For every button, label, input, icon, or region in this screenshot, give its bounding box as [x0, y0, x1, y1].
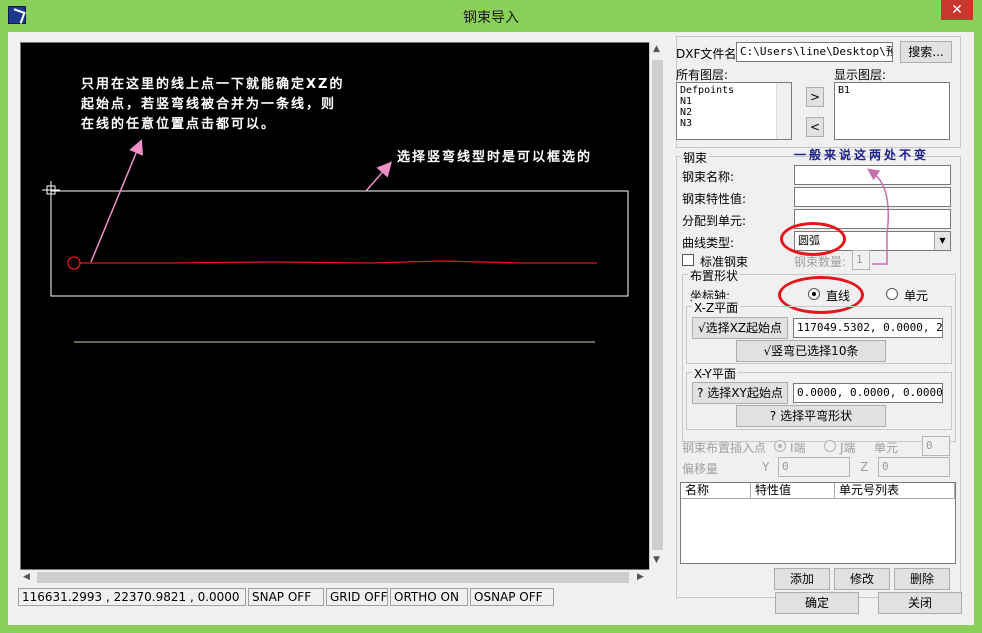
scroll-down-icon[interactable]: ▼: [653, 555, 660, 565]
horizontal-scrollbar[interactable]: ◀ ▶: [20, 570, 650, 585]
tendon-count-label: 钢束数量:: [794, 255, 847, 269]
tendon-table[interactable]: 名称 特性值 单元号列表: [680, 482, 956, 564]
title-bar: 钢束导入 ✕: [0, 0, 982, 32]
start-point-marker: [67, 256, 81, 270]
offset-y-label: Y: [762, 460, 770, 474]
remove-layer-button[interactable]: <: [806, 117, 824, 137]
list-item[interactable]: Defpoints: [680, 85, 788, 96]
shown-layers-label: 显示图层:: [834, 68, 887, 82]
axis-element-label: 单元: [904, 289, 929, 303]
xy-plane-title: X-Y平面: [692, 365, 738, 382]
add-button[interactable]: 添加: [774, 568, 830, 590]
highlight-ellipse-curve: [780, 222, 846, 256]
close-window-button[interactable]: ✕: [941, 0, 973, 20]
window-title: 钢束导入: [463, 10, 519, 26]
add-layer-button[interactable]: >: [806, 87, 824, 107]
crosshair-icon: [42, 181, 60, 199]
xy-start-field[interactable]: 0.0000, 0.0000, 0.0000: [793, 383, 943, 403]
delete-button[interactable]: 删除: [894, 568, 950, 590]
status-grid[interactable]: GRID OFF: [326, 588, 388, 606]
vertical-scrollbar[interactable]: ▲ ▼: [649, 42, 664, 570]
offset-z-field[interactable]: 0: [878, 457, 950, 477]
status-coords: 116631.2993 , 22370.9821 , 0.0000: [18, 588, 246, 606]
dxf-path-field[interactable]: C:\Users\line\Desktop\预应: [736, 42, 893, 62]
list-item[interactable]: N1: [680, 96, 788, 107]
pick-horizontal-shape-button[interactable]: ? 选择平弯形状: [736, 405, 886, 427]
shown-layers-list[interactable]: B1: [834, 82, 950, 140]
settings-panel: DXF文件名: C:\Users\line\Desktop\预应 搜索... 所…: [672, 36, 972, 625]
vertical-curve-selected-button[interactable]: √竖弯已选择10条: [736, 340, 886, 362]
offset-label: 偏移量: [682, 462, 719, 476]
vertical-scroll-thumb[interactable]: [652, 60, 663, 550]
pointer-arrow-main: [90, 139, 144, 263]
horizontal-scroll-thumb[interactable]: [37, 572, 629, 583]
chevron-down-icon[interactable]: ▼: [934, 232, 950, 250]
insert-i-label: I端: [790, 441, 806, 455]
insert-element-field[interactable]: 0: [922, 436, 950, 456]
edit-button[interactable]: 修改: [834, 568, 890, 590]
curve-type-label: 曲线类型:: [682, 236, 735, 250]
annotation-main-line-2: 起始点，若竖弯线被合并为一条线，则: [81, 97, 337, 112]
tendon-name-label: 钢束名称:: [682, 170, 735, 184]
client-area: 只用在这里的线上点一下就能确定XZ的 起始点，若竖弯线被合并为一条线，则 在线的…: [8, 32, 974, 625]
list-item[interactable]: N3: [680, 118, 788, 129]
insert-i-radio[interactable]: [774, 440, 786, 452]
table-header-elements[interactable]: 单元号列表: [835, 483, 955, 499]
pick-xy-start-button[interactable]: ? 选择XY起始点: [692, 382, 788, 404]
status-ortho[interactable]: ORTHO ON: [390, 588, 468, 606]
annotation-main-line-1: 只用在这里的线上点一下就能确定XZ的: [81, 77, 345, 92]
insert-element-label: 单元: [874, 441, 899, 455]
insert-j-radio[interactable]: [824, 440, 836, 452]
browse-button[interactable]: 搜索...: [900, 41, 952, 63]
note-arrow: [867, 168, 890, 265]
pointer-arrow-select: [365, 161, 392, 192]
list-scrollbar[interactable]: [776, 83, 791, 139]
status-osnap[interactable]: OSNAP OFF: [470, 588, 554, 606]
status-snap[interactable]: SNAP OFF: [248, 588, 324, 606]
annotation-main: 只用在这里的线上点一下就能确定XZ的 起始点，若竖弯线被合并为一条线，则 在线的…: [81, 75, 344, 135]
xz-plane-title: X-Z平面: [692, 299, 741, 316]
cad-canvas[interactable]: 只用在这里的线上点一下就能确定XZ的 起始点，若竖弯线被合并为一条线，则 在线的…: [20, 42, 656, 570]
tendon-group-title: 钢束: [681, 149, 710, 166]
scroll-left-icon[interactable]: ◀: [23, 572, 30, 582]
table-header-prop[interactable]: 特性值: [751, 483, 835, 499]
scroll-right-icon[interactable]: ▶: [637, 572, 644, 582]
xz-start-field[interactable]: 117049.5302, 0.0000, 210: [793, 318, 943, 338]
list-item[interactable]: B1: [838, 85, 946, 96]
list-item[interactable]: N2: [680, 107, 788, 118]
offset-y-field[interactable]: 0: [778, 457, 850, 477]
offset-z-label: Z: [860, 460, 869, 474]
layout-shape-title: 布置形状: [688, 267, 741, 284]
all-layers-list[interactable]: Defpoints N1 N2 N3: [676, 82, 792, 140]
tendon-import-window: 钢束导入 ✕ 只用在这里的线上点一下就能确定XZ的 起始点，若竖弯线被合并为一条…: [0, 0, 982, 633]
axis-element-radio[interactable]: [886, 288, 898, 300]
assign-element-label: 分配到单元:: [682, 214, 747, 228]
annotation-main-line-3: 在线的任意位置点击都可以。: [81, 117, 277, 132]
dxf-label: DXF文件名:: [676, 47, 741, 61]
selection-box: [50, 190, 629, 297]
scroll-up-icon[interactable]: ▲: [653, 44, 660, 54]
tendon-curve-line[interactable]: [79, 260, 597, 264]
all-layers-label: 所有图层:: [676, 68, 729, 82]
insert-point-label: 钢束布置插入点: [682, 441, 767, 455]
standard-tendon-checkbox[interactable]: [682, 254, 694, 266]
insert-j-label: J端: [840, 441, 856, 455]
pick-xz-start-button[interactable]: √选择XZ起始点: [692, 317, 788, 339]
close-button[interactable]: 关闭: [878, 592, 962, 614]
ok-button[interactable]: 确定: [775, 592, 859, 614]
table-header-name[interactable]: 名称: [681, 483, 751, 499]
annotation-select: 选择竖弯线型时是可以框选的: [397, 150, 593, 165]
tendon-prop-label: 钢束特性值:: [682, 192, 747, 206]
